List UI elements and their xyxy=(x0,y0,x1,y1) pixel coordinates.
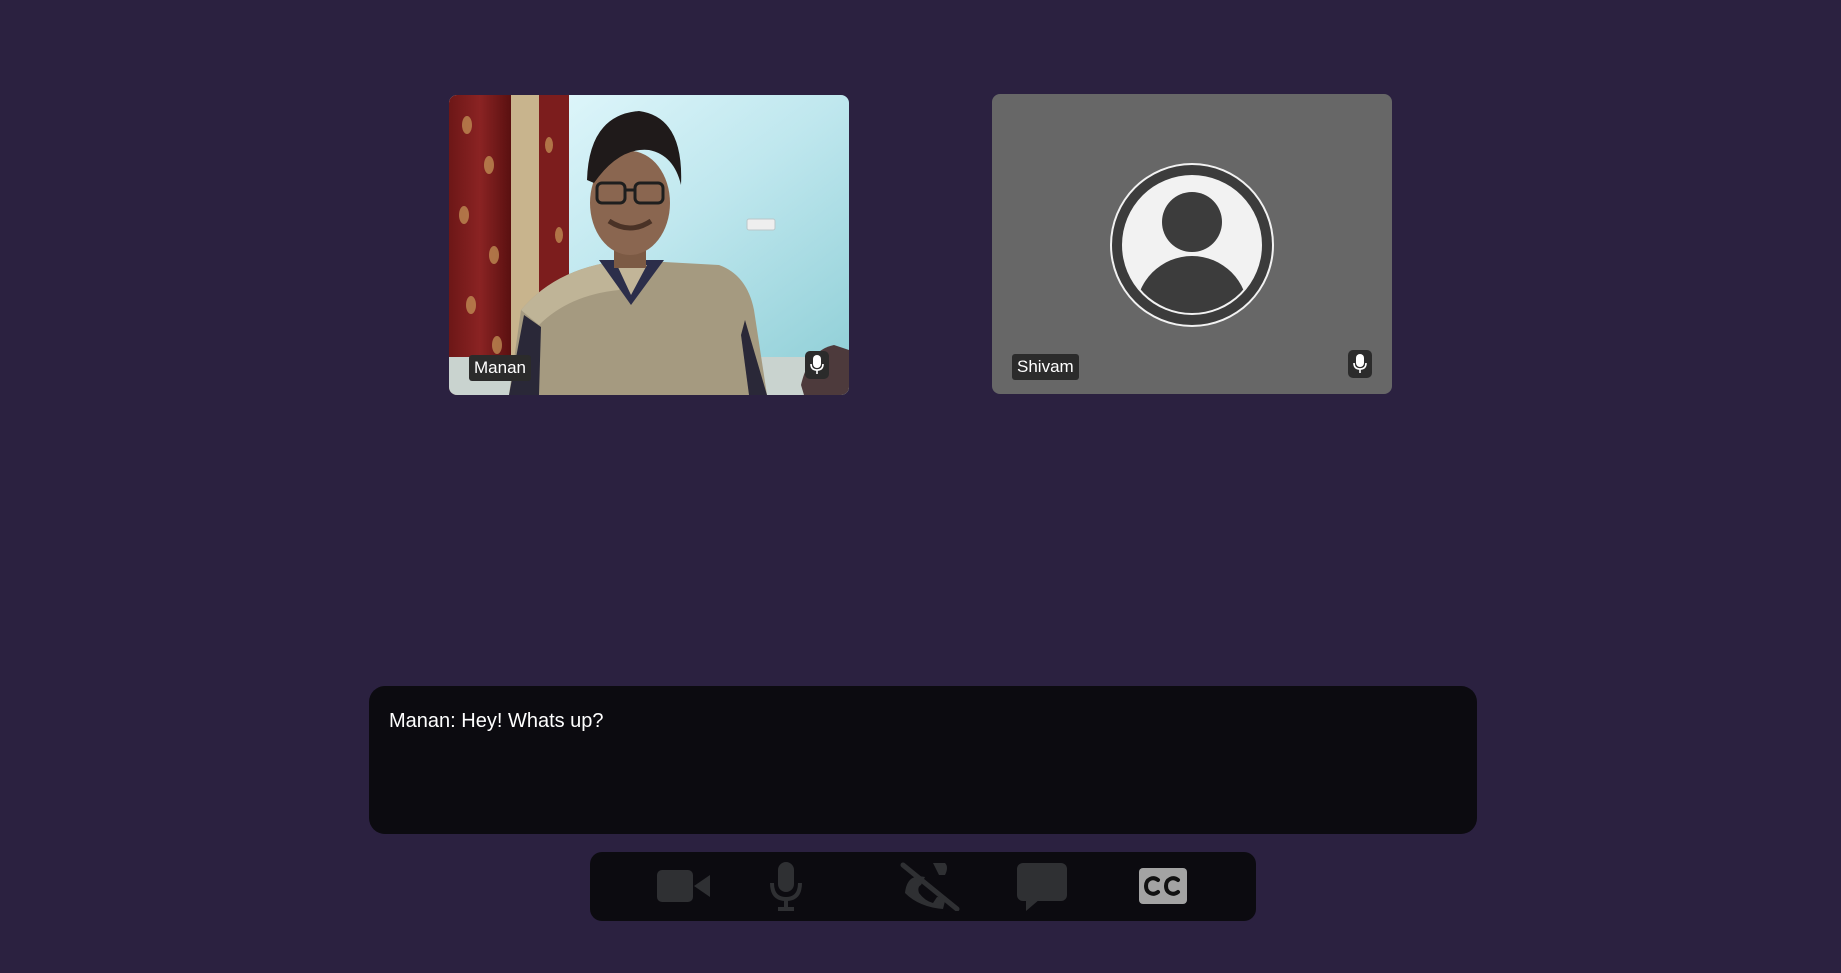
microphone-icon xyxy=(1348,350,1372,378)
chat-button[interactable] xyxy=(1016,861,1068,911)
video-camera-icon xyxy=(657,870,710,902)
toggle-video-button[interactable] xyxy=(656,861,712,911)
participant-video-feed xyxy=(449,95,849,395)
hang-up-button[interactable] xyxy=(898,861,962,911)
participant-name-label: Manan xyxy=(469,355,531,381)
closed-captions-button[interactable] xyxy=(1138,861,1188,911)
toggle-mic-button[interactable] xyxy=(766,861,806,911)
caption-line: Manan: Hey! Whats up? xyxy=(389,710,604,732)
user-avatar-icon xyxy=(1110,163,1274,327)
call-controls-bar xyxy=(590,852,1256,921)
microphone-icon xyxy=(805,351,829,379)
microphone-icon xyxy=(770,862,802,911)
participant-tile-manan[interactable]: Manan xyxy=(449,95,849,395)
closed-captions-icon xyxy=(1139,868,1187,904)
hang-up-icon xyxy=(900,862,960,911)
participant-tile-shivam[interactable]: Shivam xyxy=(992,94,1392,394)
participant-name-label: Shivam xyxy=(1012,354,1079,380)
chat-icon xyxy=(1017,863,1067,911)
captions-panel: Manan: Hey! Whats up? xyxy=(369,686,1477,834)
meeting-stage: Manan Shivam Manan: Hey! Whats up? xyxy=(0,0,1841,973)
